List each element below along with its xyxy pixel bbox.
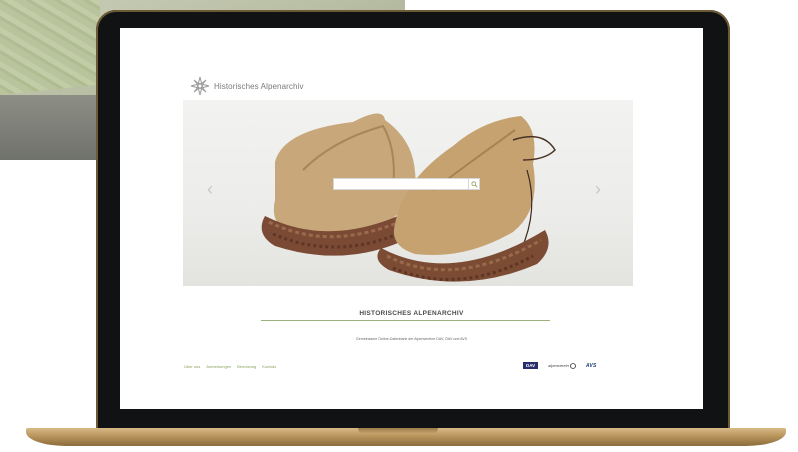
page-title: HISTORISCHES ALPENARCHIV — [359, 310, 464, 317]
search-input[interactable] — [334, 179, 468, 189]
oeav-logo-text: alpenverein — [548, 363, 569, 368]
dav-logo[interactable]: DAV — [523, 362, 539, 369]
hero-slider: ‹ › — [183, 100, 633, 286]
footer-link-about[interactable]: Über uns — [184, 364, 200, 369]
background-map — [0, 0, 100, 95]
hero-image-shoes — [261, 113, 556, 282]
site-logo[interactable]: Historisches Alpenarchiv — [190, 76, 304, 96]
background-table — [0, 95, 100, 160]
laptop-screen: Historisches Alpenarchiv ‹ › HISTORISCHE… — [120, 28, 703, 409]
slider-next-arrow[interactable]: › — [595, 180, 601, 198]
search-icon — [470, 180, 478, 188]
logo-text: Historisches Alpenarchiv — [214, 81, 304, 91]
slider-prev-arrow[interactable]: ‹ — [207, 180, 213, 198]
footer-link-notes[interactable]: Anmerkungen — [206, 364, 231, 369]
search-bar — [333, 178, 480, 190]
footer-nav: Über uns Anmerkungen Benutzung Kontakt — [184, 364, 276, 369]
search-button[interactable] — [468, 179, 479, 189]
footer-link-usage[interactable]: Benutzung — [237, 364, 256, 369]
avs-logo[interactable]: AVS — [586, 363, 597, 369]
laptop-base-notch — [358, 428, 438, 434]
partner-logos: DAV alpenverein AVS — [523, 362, 597, 369]
oeav-emblem-icon — [569, 362, 576, 369]
edelweiss-icon — [190, 76, 210, 96]
oeav-logo[interactable]: alpenverein — [548, 362, 576, 369]
title-divider — [261, 320, 550, 321]
footer-link-contact[interactable]: Kontakt — [262, 364, 276, 369]
site-description: Gemeinsame Online-Datenbank der Alpenver… — [355, 337, 468, 341]
